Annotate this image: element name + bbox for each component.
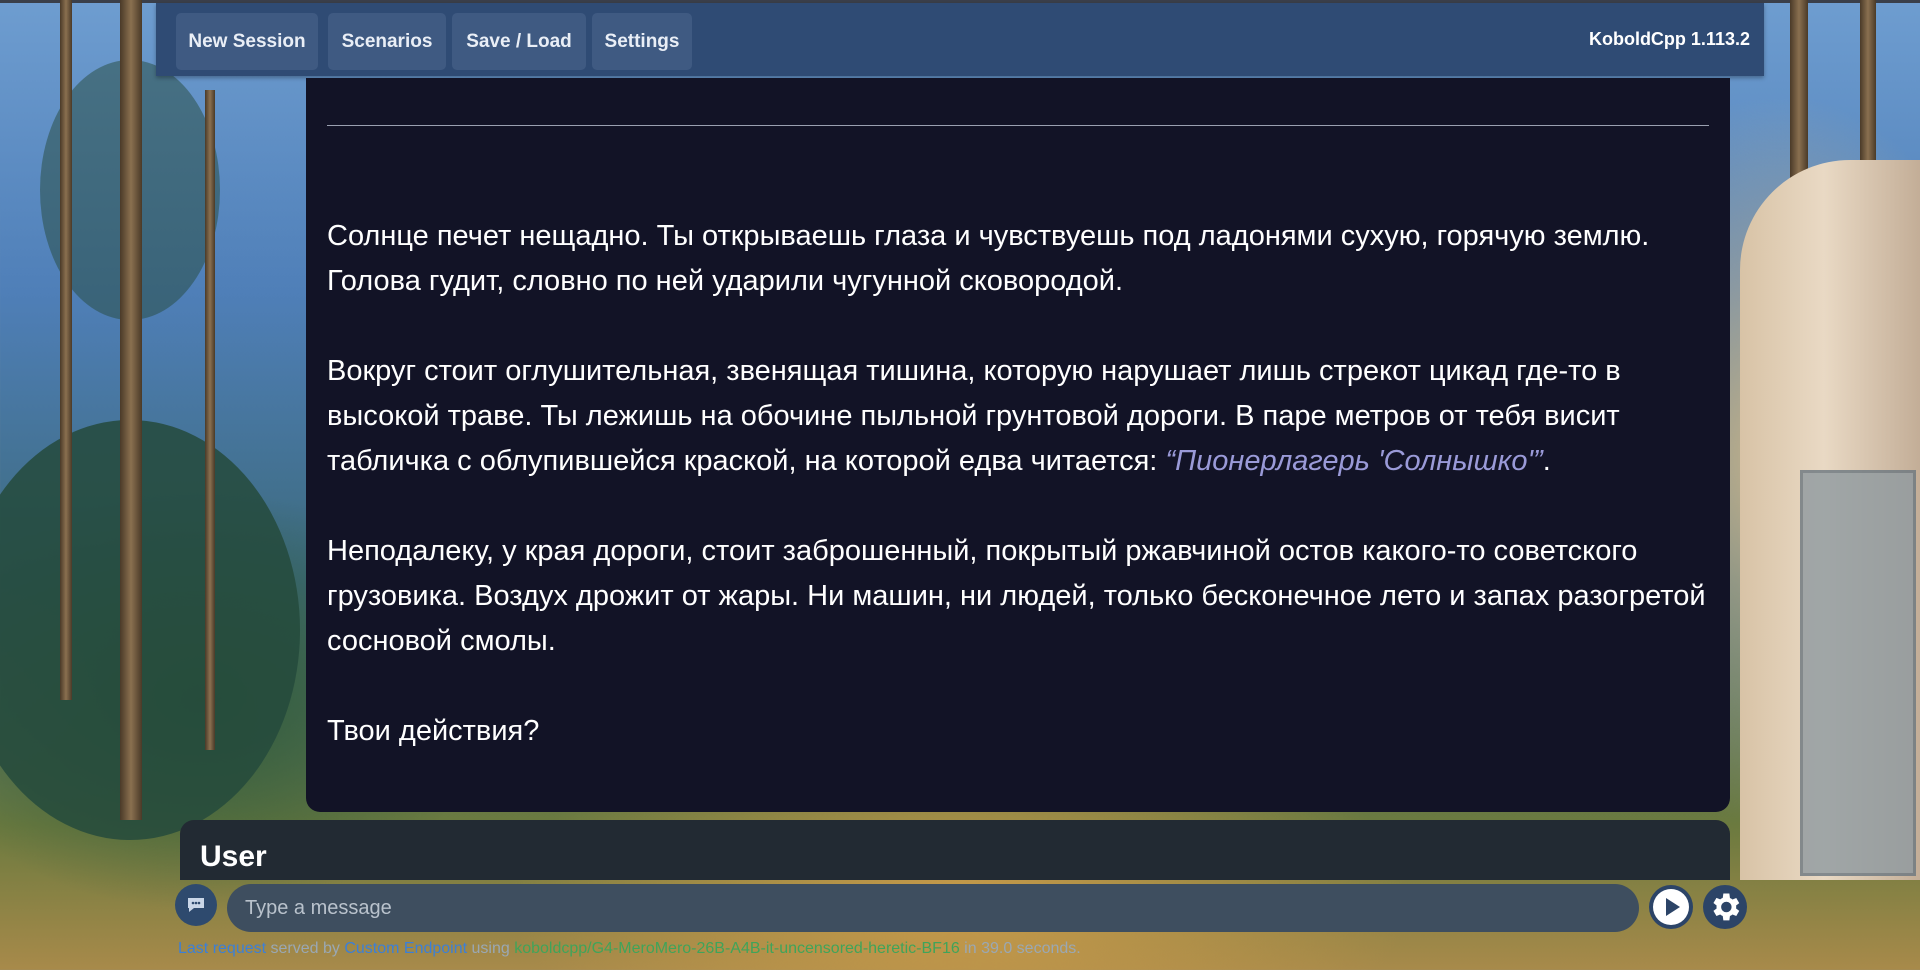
user-name-bar: User xyxy=(180,820,1730,880)
message-paragraph: Неподалеку, у края дороги, стоит заброше… xyxy=(327,535,1706,657)
status-line: Last request served by Custom Endpoint u… xyxy=(178,940,1081,957)
send-button[interactable] xyxy=(1649,885,1693,929)
custom-endpoint-link[interactable]: Custom Endpoint xyxy=(344,940,467,957)
settings-button[interactable]: Settings xyxy=(592,13,692,70)
last-request-link[interactable]: Last request xyxy=(178,940,266,957)
message-paragraph: Вокруг стоит оглушительная, звенящая тиш… xyxy=(327,355,1621,477)
save-load-button[interactable]: Save / Load xyxy=(452,13,586,70)
version-label: KoboldCpp 1.113.2 xyxy=(1588,29,1750,49)
play-send-icon xyxy=(1653,889,1689,925)
message-paragraph: Твои действия? xyxy=(327,715,540,747)
message-input[interactable] xyxy=(227,884,1639,932)
quoted-sign-text: “Пионерлагерь 'Солнышко'” xyxy=(1165,445,1543,477)
settings-gear-button[interactable] xyxy=(1703,885,1747,929)
chat-message: Солнце печет нещадно. Ты открываешь глаз… xyxy=(327,214,1709,799)
top-navbar: New Session Scenarios Save / Load Settin… xyxy=(156,3,1764,76)
user-label: User xyxy=(200,840,267,873)
divider xyxy=(327,125,1709,126)
chat-panel: Солнце печет нещадно. Ты открываешь глаз… xyxy=(306,78,1730,812)
gear-icon xyxy=(1713,893,1740,921)
scenarios-button[interactable]: Scenarios xyxy=(328,13,446,70)
message-paragraph: Солнце печет нещадно. Ты открываешь глаз… xyxy=(327,220,1650,297)
model-name: koboldcpp/G4-MeroMero-26B-A4B-it-uncenso… xyxy=(514,940,960,957)
new-session-button[interactable]: New Session xyxy=(176,13,318,70)
chat-bubble-icon[interactable] xyxy=(175,884,217,926)
